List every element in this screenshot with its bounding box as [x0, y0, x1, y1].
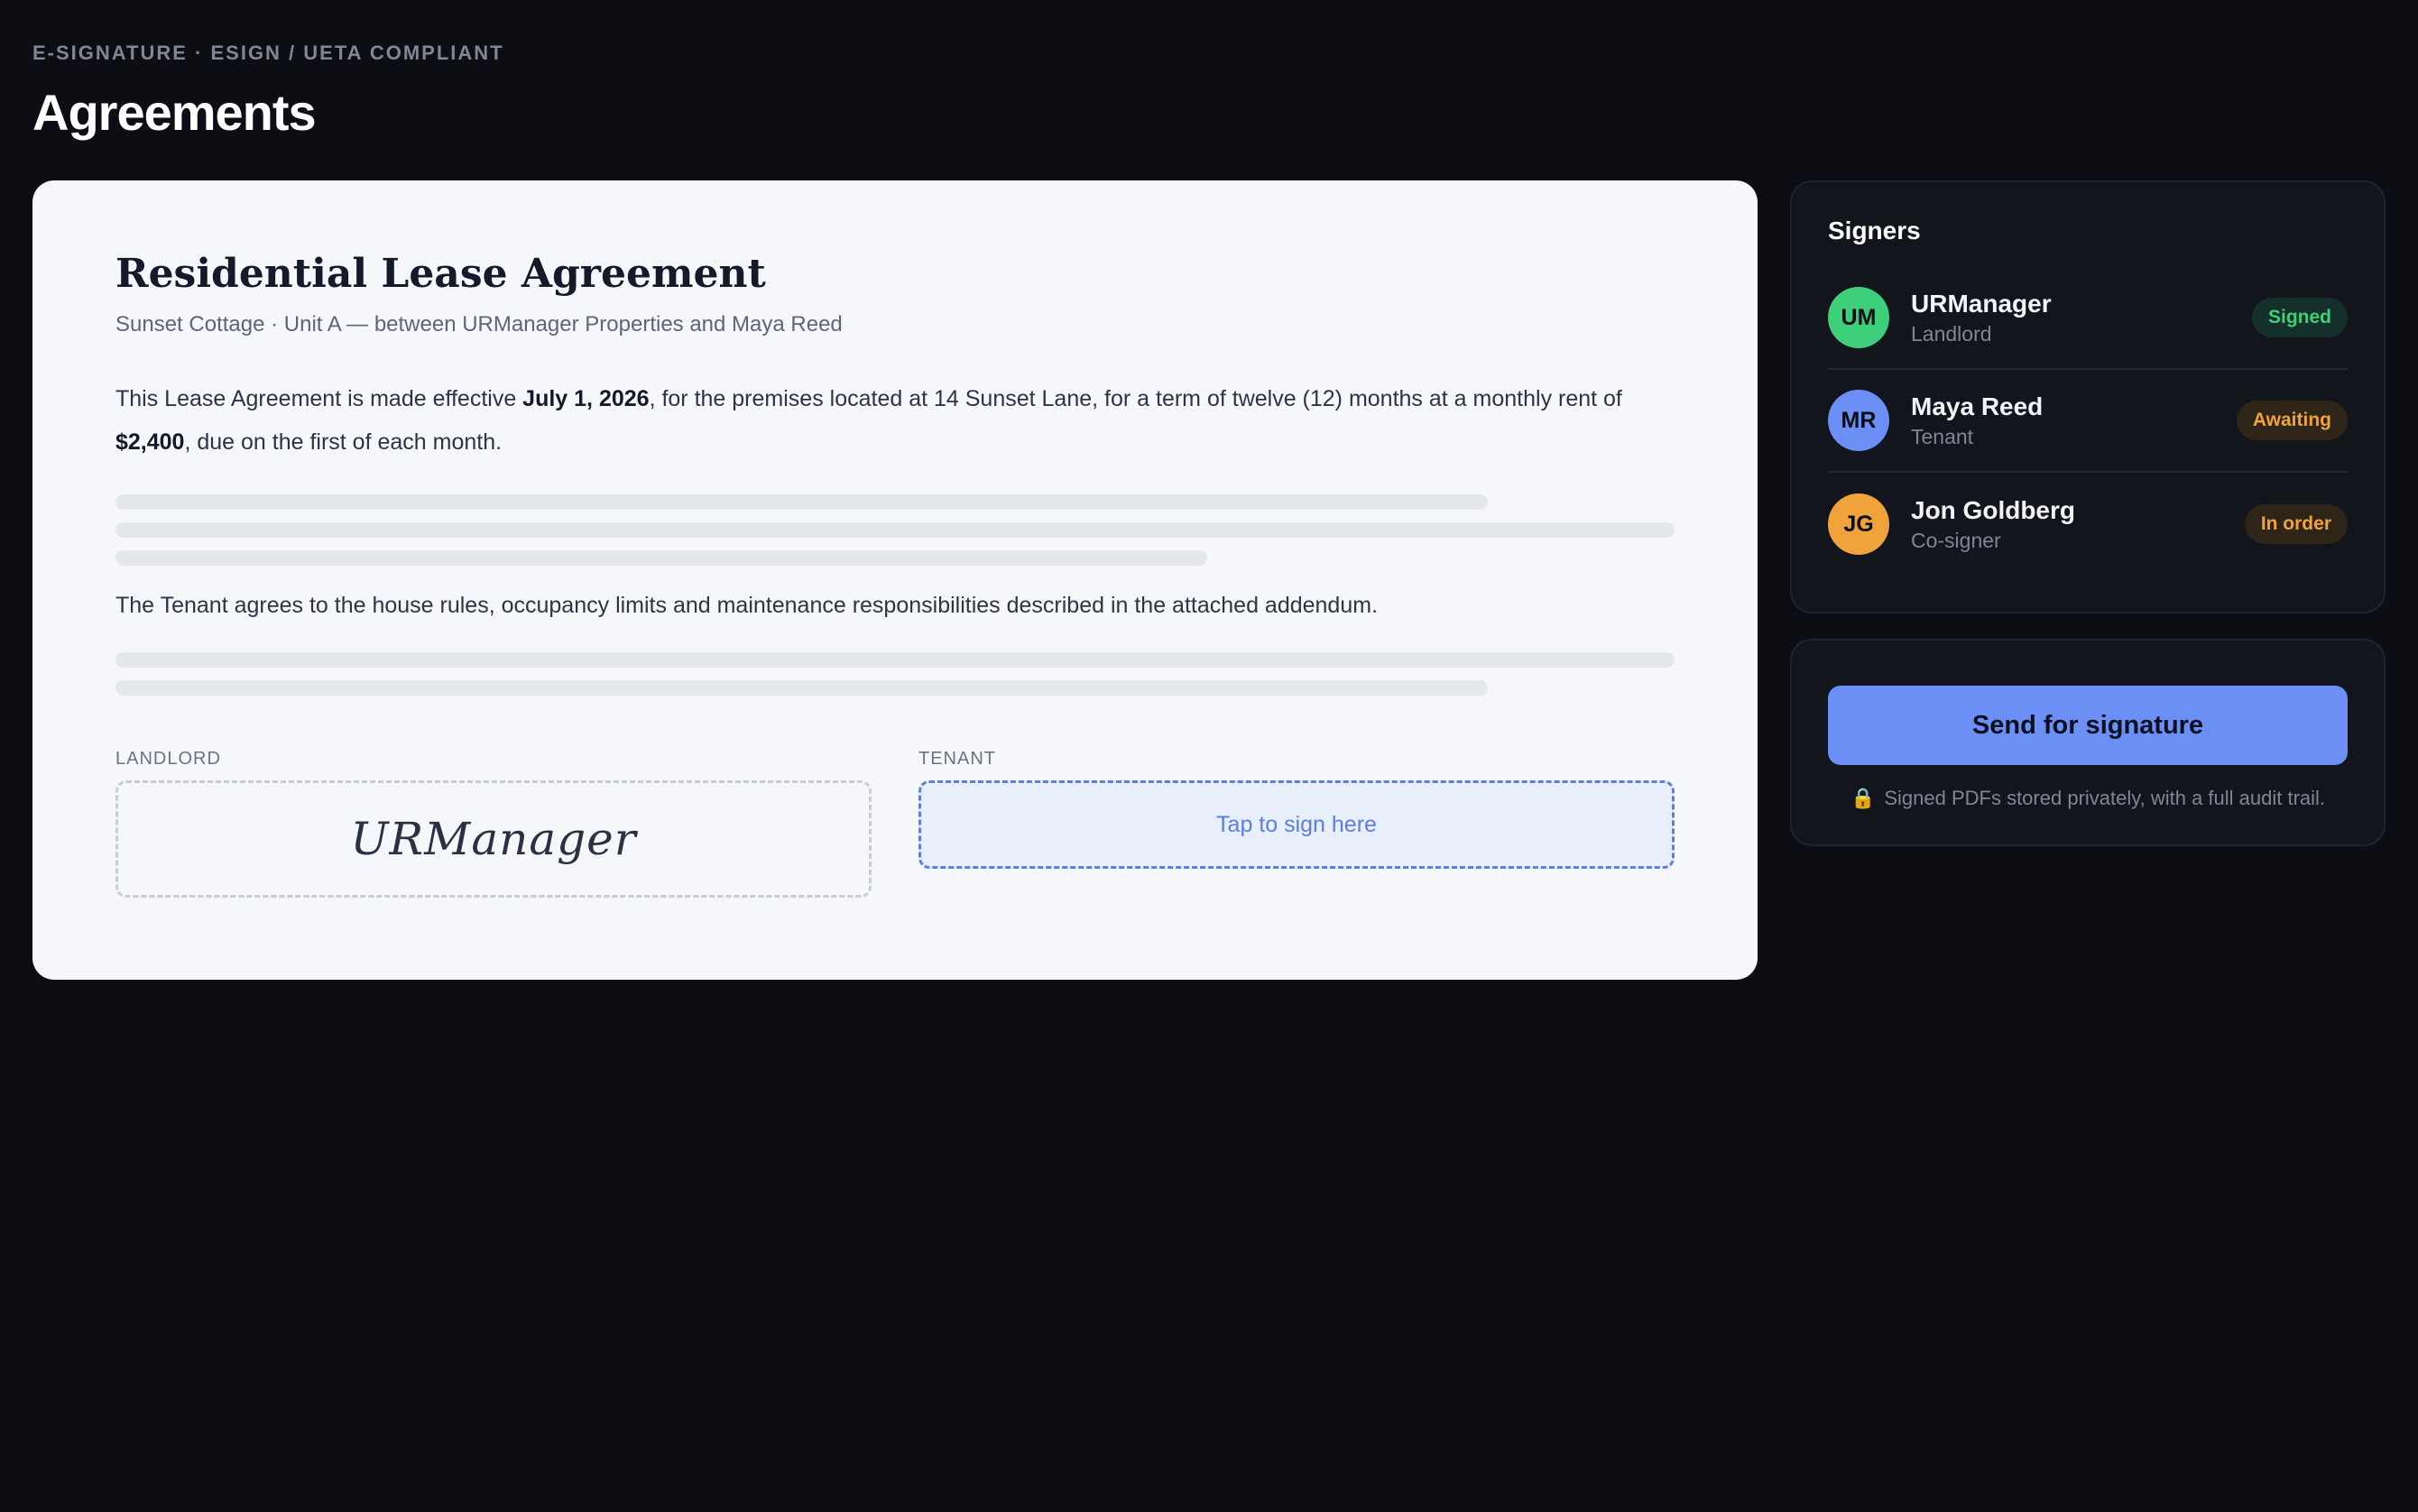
signer-info: URManager Landlord: [1911, 290, 2252, 346]
signers-panel: Signers UM URManager Landlord Signed MR …: [1790, 180, 2386, 613]
terms-rent-amount: $2,400: [115, 429, 185, 455]
landlord-signature-box: URManager: [115, 780, 872, 898]
avatar: MR: [1828, 390, 1889, 451]
status-badge: Signed: [2251, 298, 2348, 337]
action-panel: Send for signature 🔒 Signed PDFs stored p…: [1790, 639, 2386, 846]
document-paragraph-rules: The Tenant agrees to the house rules, oc…: [115, 593, 1379, 618]
placeholder-lines-1: [115, 494, 1675, 566]
lock-icon: 🔒: [1850, 787, 1876, 809]
signer-row[interactable]: MR Maya Reed Tenant Awaiting: [1828, 370, 2348, 473]
terms-text-1: This Lease Agreement is made effective: [115, 386, 523, 411]
tenant-label: TENANT: [918, 749, 996, 769]
signer-name: URManager: [1911, 289, 2052, 318]
placeholder-line: [115, 680, 1488, 696]
document-title: Residential Lease Agreement: [115, 251, 766, 297]
status-badge: In order: [2244, 504, 2348, 544]
privacy-note: 🔒 Signed PDFs stored privately, with a fu…: [1828, 787, 2348, 810]
landlord-signature-column: LANDLORD URManager: [115, 749, 872, 898]
landlord-signature: URManager: [350, 813, 637, 865]
send-for-signature-button[interactable]: Send for signature: [1828, 686, 2348, 765]
status-badge: Awaiting: [2236, 401, 2348, 440]
terms-text-3: , due on the first of each month.: [184, 429, 503, 455]
landlord-label: LANDLORD: [115, 749, 221, 769]
signer-name: Maya Reed: [1911, 392, 2044, 420]
document-paragraph-terms: This Lease Agreement is made effective J…: [115, 377, 1675, 464]
placeholder-lines-2: [115, 652, 1675, 696]
page-eyebrow: E-SIGNATURE · ESIGN / UETA COMPLIANT: [32, 41, 504, 64]
signer-name: Jon Goldberg: [1911, 495, 2075, 524]
signer-role: Landlord: [1911, 321, 1992, 346]
signer-row[interactable]: JG Jon Goldberg Co-signer In order: [1828, 473, 2348, 576]
avatar: JG: [1828, 493, 1889, 555]
signer-role: Co-signer: [1911, 528, 2001, 552]
page-title: Agreements: [32, 84, 317, 141]
placeholder-line: [115, 652, 1675, 668]
signer-role: Tenant: [1911, 424, 1974, 448]
document-subtitle: Sunset Cottage · Unit A — between URMana…: [115, 312, 843, 337]
tenant-sign-here-button[interactable]: Tap to sign here: [918, 780, 1675, 869]
signature-row: LANDLORD URManager TENANT Tap to sign he…: [115, 749, 1675, 898]
signers-title: Signers: [1828, 217, 1921, 244]
terms-effective-date: July 1, 2026: [522, 386, 650, 411]
document-card: Residential Lease Agreement Sunset Cotta…: [32, 180, 1758, 980]
signer-list: UM URManager Landlord Signed MR Maya Ree…: [1828, 267, 2348, 576]
terms-text-2: , for the premises located at 14 Sunset …: [649, 386, 1622, 411]
signer-info: Jon Goldberg Co-signer: [1911, 496, 2245, 553]
privacy-note-text: Signed PDFs stored privately, with a ful…: [1884, 787, 2326, 809]
tenant-signature-column: TENANT Tap to sign here: [918, 749, 1675, 898]
avatar: UM: [1828, 287, 1889, 348]
signer-info: Maya Reed Tenant: [1911, 392, 2237, 449]
placeholder-line: [115, 550, 1207, 566]
placeholder-line: [115, 522, 1675, 538]
placeholder-line: [115, 494, 1488, 510]
signer-row[interactable]: UM URManager Landlord Signed: [1828, 267, 2348, 370]
